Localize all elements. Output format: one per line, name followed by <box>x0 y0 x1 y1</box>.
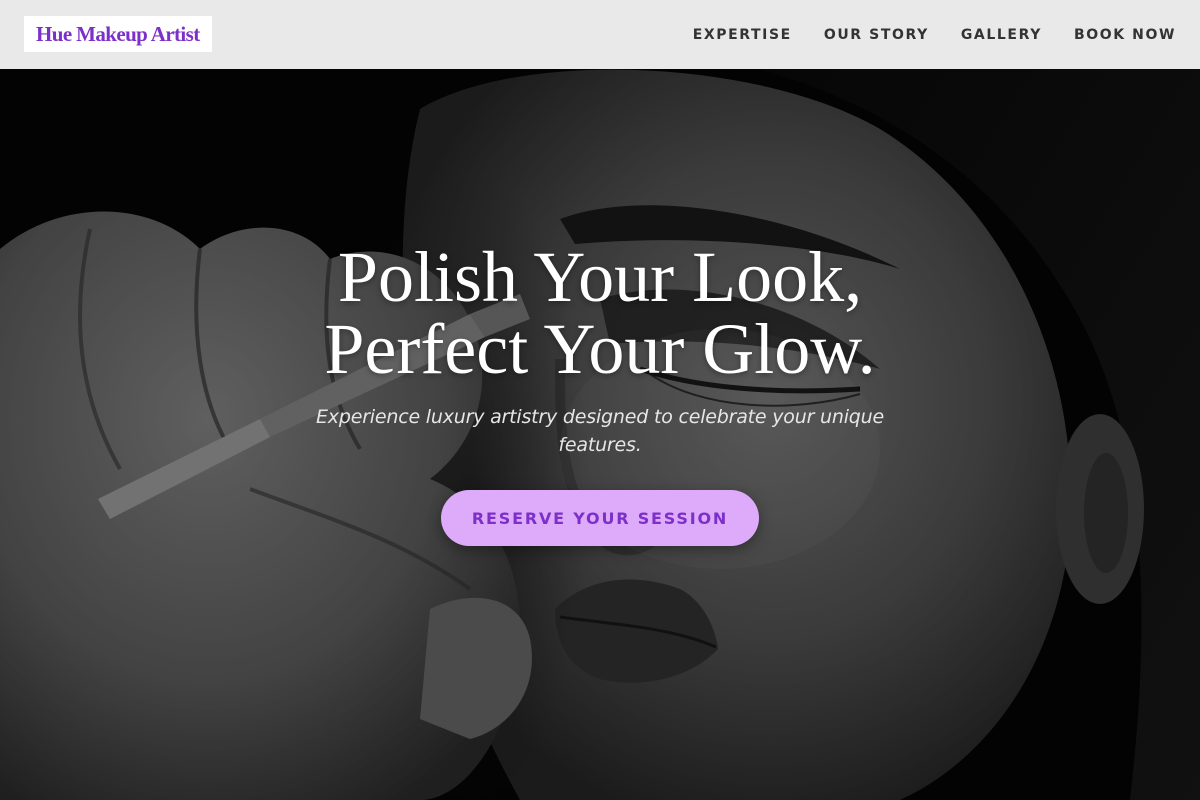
main-nav: EXPERTISE OUR STORY GALLERY BOOK NOW <box>693 0 1176 69</box>
nav-item-our-story[interactable]: OUR STORY <box>824 27 929 43</box>
nav-item-gallery[interactable]: GALLERY <box>961 27 1042 43</box>
hero-title: Polish Your Look, Perfect Your Glow. <box>0 241 1200 385</box>
hero-title-line-2: Perfect Your Glow. <box>324 309 876 389</box>
hero-content: Polish Your Look, Perfect Your Glow. Exp… <box>0 241 1200 546</box>
hero-title-line-1: Polish Your Look, <box>337 237 863 317</box>
site-header: Hue Makeup Artist EXPERTISE OUR STORY GA… <box>0 0 1200 69</box>
brand-logo[interactable]: Hue Makeup Artist <box>24 16 212 52</box>
hero-section: Polish Your Look, Perfect Your Glow. Exp… <box>0 69 1200 800</box>
page: Hue Makeup Artist EXPERTISE OUR STORY GA… <box>0 0 1200 800</box>
reserve-session-button[interactable]: RESERVE YOUR SESSION <box>441 490 759 546</box>
nav-item-expertise[interactable]: EXPERTISE <box>693 27 792 43</box>
hero-subtitle: Experience luxury artistry designed to c… <box>316 406 884 456</box>
nav-item-book-now[interactable]: BOOK NOW <box>1074 27 1176 43</box>
